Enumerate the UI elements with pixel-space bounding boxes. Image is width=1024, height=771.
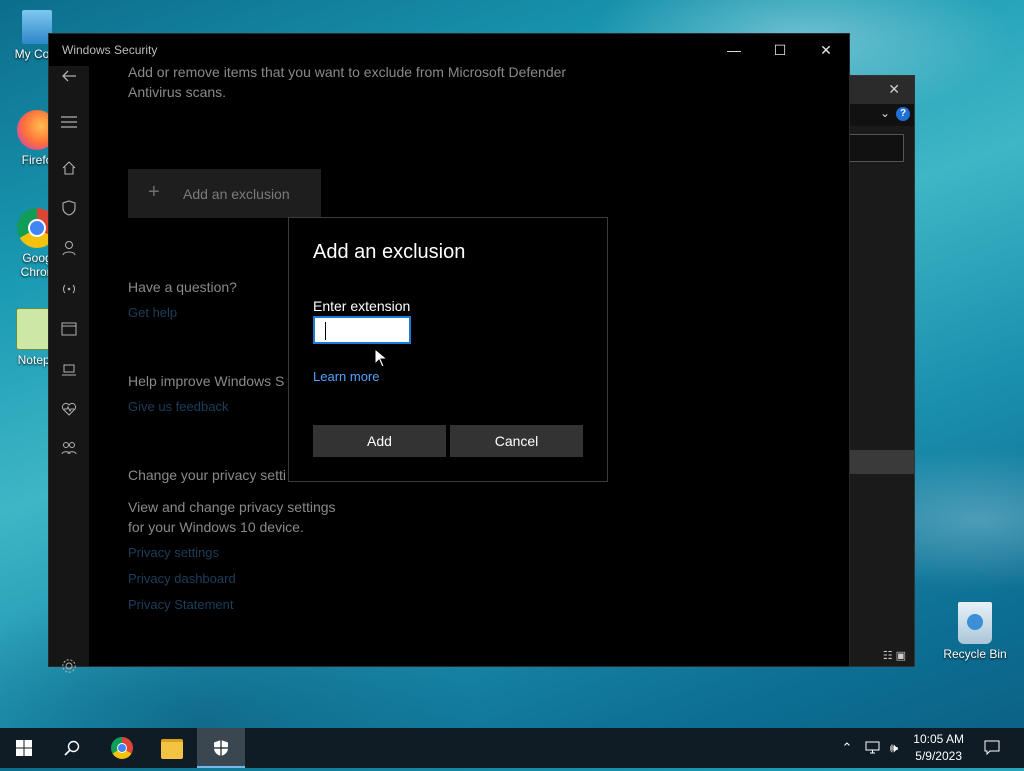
taskbar-chrome[interactable] — [98, 728, 146, 768]
privacy-settings-link[interactable]: Privacy settings — [128, 545, 219, 560]
background-window-field[interactable] — [849, 134, 904, 162]
shield-icon — [214, 740, 228, 756]
privacy-dashboard-link[interactable]: Privacy dashboard — [128, 571, 236, 586]
network-icon[interactable] — [862, 728, 882, 768]
chevron-down-icon[interactable]: ⌄ — [880, 106, 890, 120]
shield-icon[interactable] — [49, 198, 89, 226]
add-exclusion-button[interactable]: + Add an exclusion — [128, 169, 321, 218]
volume-icon[interactable]: 🕪 — [884, 728, 904, 768]
add-button[interactable]: Add — [313, 425, 446, 457]
improve-heading: Help improve Windows S — [128, 373, 285, 389]
add-exclusion-label: Add an exclusion — [183, 186, 290, 202]
clock-date: 5/9/2023 — [915, 749, 962, 763]
privacy-text-2: for your Windows 10 device. — [128, 519, 304, 535]
wireless-icon[interactable] — [49, 278, 89, 306]
add-exclusion-dialog: Add an exclusion Enter extension Learn m… — [288, 217, 608, 482]
privacy-heading: Change your privacy setti — [128, 467, 286, 483]
search-button[interactable] — [48, 728, 96, 768]
cancel-button[interactable]: Cancel — [450, 425, 583, 457]
plus-icon: + — [148, 181, 160, 203]
taskbar-file-explorer[interactable] — [148, 728, 196, 768]
navigation-rail — [49, 66, 89, 673]
help-icon[interactable]: ? — [896, 107, 910, 121]
privacy-text-1: View and change privacy settings — [128, 499, 336, 515]
close-icon[interactable]: ✕ — [888, 81, 900, 98]
folder-icon — [161, 739, 183, 759]
home-icon[interactable] — [49, 158, 89, 186]
feedback-link[interactable]: Give us feedback — [128, 399, 228, 414]
background-window-titlebar: ✕ — [839, 76, 914, 104]
taskbar: ⌃ 🕪 10:05 AM 5/9/2023 — [0, 728, 1024, 768]
clock[interactable]: 10:05 AM 5/9/2023 — [913, 731, 964, 765]
chevron-up-icon[interactable]: ⌃ — [838, 728, 856, 768]
exclusions-description: Add or remove items that you want to exc… — [128, 64, 567, 100]
search-icon — [64, 740, 80, 756]
background-window-selected-row[interactable] — [839, 450, 914, 474]
app-browser-icon[interactable] — [49, 318, 89, 346]
view-toggle-icon[interactable]: ☷ ▣ — [883, 649, 906, 662]
recycle-bin-icon — [958, 602, 992, 644]
heart-icon[interactable] — [49, 398, 89, 426]
question-heading: Have a question? — [128, 279, 237, 295]
family-icon[interactable] — [49, 438, 89, 466]
mouse-cursor-icon — [374, 348, 388, 368]
start-button[interactable] — [0, 728, 48, 768]
extension-label: Enter extension — [313, 298, 411, 314]
text-caret — [325, 322, 326, 340]
windows-logo-icon — [16, 740, 32, 756]
notification-icon[interactable] — [980, 728, 1004, 768]
privacy-statement-link[interactable]: Privacy Statement — [128, 597, 234, 612]
chrome-icon — [111, 737, 133, 759]
learn-more-link[interactable]: Learn more — [313, 369, 379, 384]
clock-time: 10:05 AM — [913, 732, 964, 746]
dialog-title: Add an exclusion — [313, 241, 466, 263]
get-help-link[interactable]: Get help — [128, 305, 177, 320]
gear-icon[interactable] — [49, 656, 89, 684]
taskbar-windows-security[interactable] — [197, 728, 245, 768]
background-window-toolbar: ⌄ ? — [839, 104, 914, 126]
person-icon[interactable] — [49, 238, 89, 266]
back-arrow-icon[interactable] — [49, 66, 89, 94]
extension-input[interactable] — [313, 316, 411, 344]
desktop-icon-recycle-bin[interactable]: Recycle Bin — [940, 602, 1010, 661]
window-title: Windows Security — [62, 43, 158, 57]
device-icon[interactable] — [49, 358, 89, 386]
hamburger-icon[interactable] — [49, 110, 89, 138]
desktop-icon-label: Recycle Bin — [943, 647, 1007, 661]
